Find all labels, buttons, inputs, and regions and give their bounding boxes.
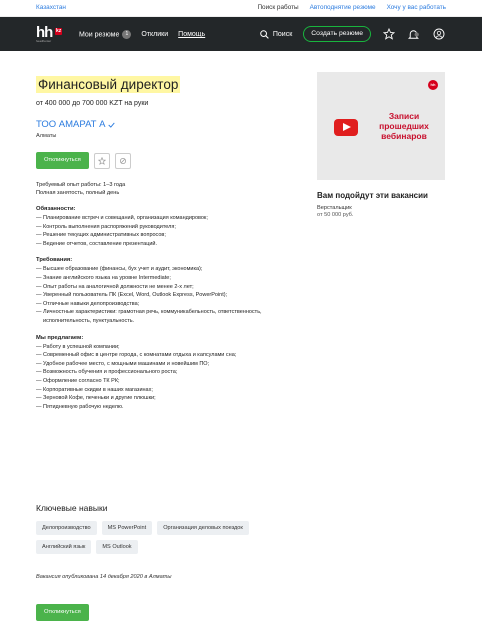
resume-count-badge: 1 [122, 30, 132, 39]
duties-list: Планирование встреч и совещаний, организ… [36, 214, 306, 248]
bottom-apply-button[interactable]: Откликнуться [36, 604, 89, 621]
list-item: Контроль выполнения распоряжений руковод… [36, 223, 306, 232]
suggested-vacancy-salary: от 50 000 руб. [317, 212, 354, 218]
profile-button[interactable] [432, 27, 446, 41]
vacancy-main: Финансовый директор от 400 000 до 700 00… [36, 72, 306, 411]
search-label: Поиск [272, 30, 293, 38]
vacancy-actions: Откликнуться [36, 152, 306, 169]
list-item: Высшее образование (финансы, бух учет и … [36, 265, 306, 274]
list-item: Работу в успешной компании; [36, 343, 306, 352]
favorites-button[interactable] [382, 27, 396, 41]
hide-vacancy-button[interactable] [114, 152, 131, 169]
employment-type: Полная занятость, полный день [36, 190, 120, 196]
suggested-vacancy-item[interactable]: Верстальщик от 50 000 руб. [317, 205, 353, 219]
list-item: Удобное рабочее место, с мощными машинам… [36, 360, 306, 369]
required-experience: Требуемый опыт работы: 1–3 года [36, 182, 126, 188]
skill-tag: Делопроизводство [36, 521, 97, 535]
requirements-list: Высшее образование (финансы, бух учет и … [36, 265, 306, 325]
skill-tag: MS PowerPoint [101, 521, 153, 535]
nav-responses[interactable]: Отклики [141, 31, 168, 38]
notifications-button[interactable] [407, 27, 421, 41]
vacancy-salary: от 400 000 до 700 000 KZT на руки [36, 100, 149, 107]
favorite-vacancy-button[interactable] [93, 152, 110, 169]
list-item: Пятидневную рабочую неделю. [36, 403, 306, 412]
main-header: hh kz headhunter Мои резюме 1 Отклики Пом… [0, 17, 482, 51]
list-item: Ведение отчетов, составление презентаций… [36, 240, 306, 249]
company-city: Алматы [36, 133, 57, 139]
youtube-play-icon [334, 119, 358, 136]
experience-block: Требуемый опыт работы: 1–3 года Полная з… [36, 181, 306, 197]
ad-text: Записи прошедших вебинаров [379, 111, 429, 141]
list-item: Современный офис в центре города, с комн… [36, 351, 306, 360]
webinar-ad-banner[interactable]: hh Записи прошедших вебинаров [317, 72, 445, 180]
list-item: Решение текущих административных вопросо… [36, 231, 306, 240]
block-icon [119, 157, 126, 164]
list-item: Уверенный пользователь ПК (Excel, Word, … [36, 291, 306, 300]
star-outline-icon [97, 156, 106, 165]
skill-tag: Английский язык [36, 540, 92, 554]
list-item: Отличные навыки делопроизводства; [36, 300, 306, 309]
logo-badge: kz [55, 28, 63, 35]
user-icon [433, 28, 445, 40]
hh-logo[interactable]: hh kz headhunter [36, 24, 66, 43]
work-with-us-link[interactable]: Хочу у вас работать [387, 4, 446, 11]
nav-help[interactable]: Помощь [178, 31, 205, 38]
star-icon [383, 28, 395, 40]
list-item: Оформление согласно ТК РК; [36, 377, 306, 386]
bottom-apply-wrap: Откликнуться [36, 604, 89, 621]
ad-hh-badge: hh [428, 80, 438, 90]
logo-subtitle: headhunter [36, 39, 52, 43]
suggested-vacancy-title: Верстальщик [317, 205, 352, 211]
company-link[interactable]: ТОО АМАРАТ А [36, 119, 306, 130]
search-button[interactable]: Поиск [260, 29, 293, 39]
region-link[interactable]: Казахстан [36, 4, 66, 11]
vacancy-title: Финансовый директор [36, 76, 181, 93]
offer-list: Работу в успешной компании; Современный … [36, 343, 306, 412]
search-icon [260, 29, 269, 39]
requirements-heading: Требования: [36, 257, 73, 264]
top-utility-bar: Казахстан Поиск работы Автоподнятие резю… [0, 0, 482, 17]
published-date: Вакансия опубликована 14 декабря 2020 в … [36, 574, 172, 580]
company-name: ТОО АМАРАТ А [36, 119, 106, 130]
list-item: Корпоративные скидки в наших магазинах; [36, 386, 306, 395]
apply-button[interactable]: Откликнуться [36, 152, 89, 169]
list-item: Планирование встреч и совещаний, организ… [36, 214, 306, 223]
nav-my-resumes[interactable]: Мои резюме 1 [79, 30, 132, 39]
top-links: Поиск работы Автоподнятие резюме Хочу у … [257, 4, 446, 11]
list-item: Личностные характеристики: грамотная реч… [36, 308, 306, 325]
skill-tag: Организация деловых поездок [157, 521, 249, 535]
verified-check-icon [108, 122, 116, 128]
list-item: Возможность обучения и профессионального… [36, 368, 306, 377]
suggested-vacancies-heading: Вам подойдут эти вакансии [317, 191, 428, 200]
list-item: Знание английского языка на уровне Inter… [36, 274, 306, 283]
skill-tag: MS Outlook [96, 540, 138, 554]
duties-heading: Обязанности: [36, 206, 76, 212]
nav-my-resumes-label: Мои резюме [79, 31, 120, 39]
bell-icon [407, 29, 419, 39]
create-resume-button[interactable]: Создать резюме [303, 26, 371, 42]
header-actions: Поиск Создать резюме [260, 26, 446, 42]
offer-heading: Мы предлагаем: [36, 334, 84, 341]
key-skills-heading: Ключевые навыки [36, 503, 108, 513]
list-item: Зерновой Кофе, печеньки и другие плюшки; [36, 394, 306, 403]
key-skills-list: Делопроизводство MS PowerPoint Организац… [36, 521, 276, 554]
list-item: Опыт работы на аналогичной должности не … [36, 283, 306, 292]
main-nav: Мои резюме 1 Отклики Помощь [79, 30, 205, 39]
job-search-link[interactable]: Поиск работы [257, 4, 298, 11]
auto-raise-resume-link[interactable]: Автоподнятие резюме [310, 4, 376, 11]
